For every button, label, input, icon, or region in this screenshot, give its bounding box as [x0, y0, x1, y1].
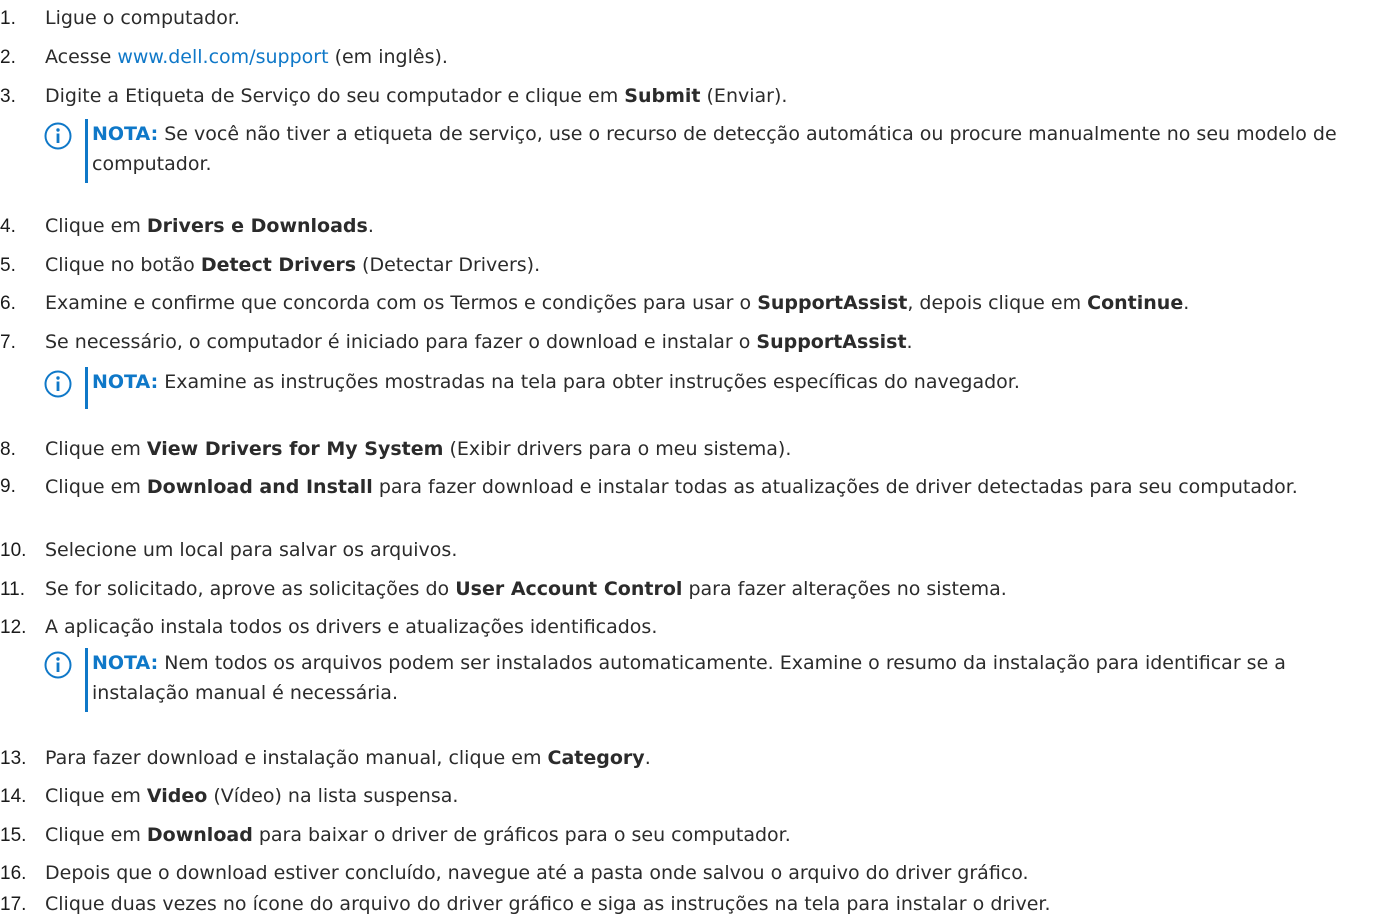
step-text: Clique em Drivers e Downloads. — [45, 215, 374, 237]
info-icon — [44, 651, 72, 679]
step-text: Selecione um local para salvar os arquiv… — [45, 539, 458, 561]
step-11: 11. Se for solicitado, aprove as solicit… — [0, 576, 1007, 603]
step-number: 10. — [0, 540, 27, 561]
step-4: 4. Clique em Drivers e Downloads. — [0, 213, 374, 240]
instruction-document: 1. Ligue o computador. 2. Acesse www.del… — [0, 0, 1383, 916]
bold-term: SupportAssist — [756, 331, 907, 353]
step-text: Clique em Download and Install para faze… — [45, 476, 1298, 498]
note-text: NOTA: Nem todos os arquivos podem ser in… — [92, 652, 1286, 704]
step-text: Clique em Video (Vídeo) na lista suspens… — [45, 785, 459, 807]
info-icon — [44, 370, 72, 398]
bold-term: Submit — [624, 85, 701, 107]
note-label: NOTA: — [92, 652, 159, 674]
step-6: 6. Examine e confirme que concorda com o… — [0, 290, 1189, 317]
step-13: 13. Para fazer download e instalação man… — [0, 745, 651, 772]
step-2: 2. Acesse www.dell.com/support (em inglê… — [0, 44, 448, 71]
step-text: Examine e confirme que concorda com os T… — [45, 292, 1190, 314]
step-number: 16. — [0, 863, 27, 884]
step-text: Para fazer download e instalação manual,… — [45, 747, 651, 769]
step-7: 7. Se necessário, o computador é iniciad… — [0, 329, 913, 356]
info-icon — [44, 122, 72, 150]
step-text: Se necessário, o computador é iniciado p… — [45, 331, 913, 353]
note-2: NOTA: Examine as instruções mostradas na… — [44, 367, 1383, 409]
note-label: NOTA: — [92, 123, 159, 145]
step-number: 4. — [0, 216, 16, 237]
bold-term: Detect Drivers — [200, 254, 357, 276]
bold-term: SupportAssist — [757, 292, 908, 314]
step-number: 5. — [0, 255, 16, 276]
step-5: 5. Clique no botão Detect Drivers (Detec… — [0, 252, 540, 279]
step-number: 17. — [0, 894, 27, 915]
step-text: Clique em Download para baixar o driver … — [45, 824, 791, 846]
step-15: 15. Clique em Download para baixar o dri… — [0, 822, 791, 849]
step-1: 1. Ligue o computador. — [0, 5, 240, 32]
step-text: Clique duas vezes no ícone do arquivo do… — [45, 893, 1051, 915]
step-number: 1. — [0, 8, 16, 29]
support-link[interactable]: www.dell.com/support — [117, 46, 328, 68]
step-text: Digite a Etiqueta de Serviço do seu comp… — [45, 85, 788, 107]
step-14: 14. Clique em Video (Vídeo) na lista sus… — [0, 783, 458, 810]
note-divider — [85, 119, 88, 183]
bold-term: View Drivers for My System — [146, 438, 444, 460]
step-text: Acesse www.dell.com/support (em inglês). — [45, 46, 448, 68]
bold-term: Drivers e Downloads — [146, 215, 368, 237]
step-number: 14. — [0, 786, 27, 807]
step-number: 9. — [0, 476, 16, 497]
step-text: Clique em View Drivers for My System (Ex… — [45, 438, 792, 460]
step-8: 8. Clique em View Drivers for My System … — [0, 436, 791, 463]
step-text: Se for solicitado, aprove as solicitaçõe… — [45, 578, 1007, 600]
note-label: NOTA: — [92, 371, 159, 393]
step-number: 8. — [0, 439, 16, 460]
note-text: NOTA: Se você não tiver a etiqueta de se… — [92, 123, 1337, 175]
note-divider — [85, 367, 88, 409]
bold-term: Download — [146, 824, 253, 846]
step-number: 7. — [0, 332, 16, 353]
bold-term: User Account Control — [455, 578, 683, 600]
step-12: 12. A aplicação instala todos os drivers… — [0, 614, 657, 641]
bold-term: Category — [547, 747, 645, 769]
step-number: 6. — [0, 293, 16, 314]
step-number: 3. — [0, 86, 16, 107]
bold-term: Continue — [1087, 292, 1184, 314]
step-text: Ligue o computador. — [45, 7, 240, 29]
step-number: 11. — [0, 579, 26, 600]
step-number: 15. — [0, 825, 27, 846]
note-divider — [85, 648, 88, 712]
bold-term: Download and Install — [146, 476, 373, 498]
step-text: Depois que o download estiver concluído,… — [45, 862, 1029, 884]
step-3: 3. Digite a Etiqueta de Serviço do seu c… — [0, 83, 787, 110]
step-number: 13. — [0, 748, 27, 769]
step-16: 16. Depois que o download estiver conclu… — [0, 860, 1029, 887]
step-10: 10. Selecione um local para salvar os ar… — [0, 537, 457, 564]
step-number: 2. — [0, 47, 16, 68]
note-text: NOTA: Examine as instruções mostradas na… — [92, 371, 1020, 393]
bold-term: Video — [146, 785, 208, 807]
step-17: 17. Clique duas vezes no ícone do arquiv… — [0, 891, 1051, 918]
note-3: NOTA: Nem todos os arquivos podem ser in… — [44, 648, 1383, 712]
note-1: NOTA: Se você não tiver a etiqueta de se… — [44, 119, 1383, 183]
step-text: A aplicação instala todos os drivers e a… — [45, 616, 658, 638]
step-9: 9. Clique em Download and Install para f… — [0, 475, 1340, 499]
step-number: 12. — [0, 617, 27, 638]
step-text: Clique no botão Detect Drivers (Detectar… — [45, 254, 541, 276]
